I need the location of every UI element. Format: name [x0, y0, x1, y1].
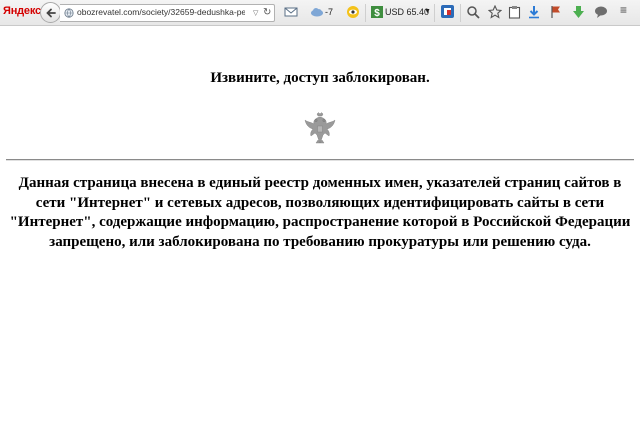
yandex-logo[interactable]: Яндекс — [3, 5, 41, 17]
divider — [6, 159, 634, 161]
browser-toolbar: Яндекс obozrevatel.com/society/32659-ded… — [0, 0, 640, 26]
globe-icon — [64, 8, 74, 18]
download-icon[interactable] — [528, 5, 540, 19]
dollar-icon[interactable]: $ — [371, 5, 383, 19]
toolbar-separator — [434, 4, 435, 22]
chat-icon[interactable] — [594, 5, 608, 19]
star-icon[interactable] — [488, 5, 502, 19]
coat-of-arms-icon — [304, 112, 336, 144]
clipboard-icon[interactable] — [508, 5, 521, 19]
url-dropdown-icon[interactable]: ▽ — [253, 9, 258, 17]
addon-icon[interactable] — [572, 5, 585, 19]
weather-cloud-icon[interactable] — [310, 5, 324, 19]
traffic-eye-icon[interactable] — [346, 5, 360, 19]
menu-icon[interactable]: ≡ — [620, 3, 627, 17]
page-title: Извините, доступ заблокирован. — [210, 70, 430, 86]
dropdown-icon[interactable]: ▼ — [424, 8, 431, 15]
block-notice: Данная страница внесена в единый реестр … — [9, 175, 631, 250]
toolbar-separator — [365, 4, 366, 22]
back-button[interactable] — [40, 2, 61, 23]
toolbar-separator — [460, 4, 461, 22]
url-text: obozrevatel.com/society/32659-dedushka-p… — [77, 7, 245, 17]
address-bar[interactable]: obozrevatel.com/society/32659-dedushka-p… — [60, 4, 275, 22]
flag-icon[interactable] — [550, 5, 562, 19]
page-content: Извините, доступ заблокирован. Данная ст… — [0, 26, 640, 440]
reload-icon[interactable]: ↻ — [263, 7, 271, 18]
search-icon[interactable] — [466, 5, 480, 19]
svg-text:$: $ — [374, 8, 380, 19]
translate-icon[interactable] — [441, 5, 454, 18]
back-arrow-icon — [46, 8, 56, 18]
currency-rate[interactable]: USD 65.40 — [385, 7, 429, 17]
mail-icon[interactable] — [284, 5, 298, 19]
weather-temp[interactable]: -7 — [325, 7, 333, 17]
